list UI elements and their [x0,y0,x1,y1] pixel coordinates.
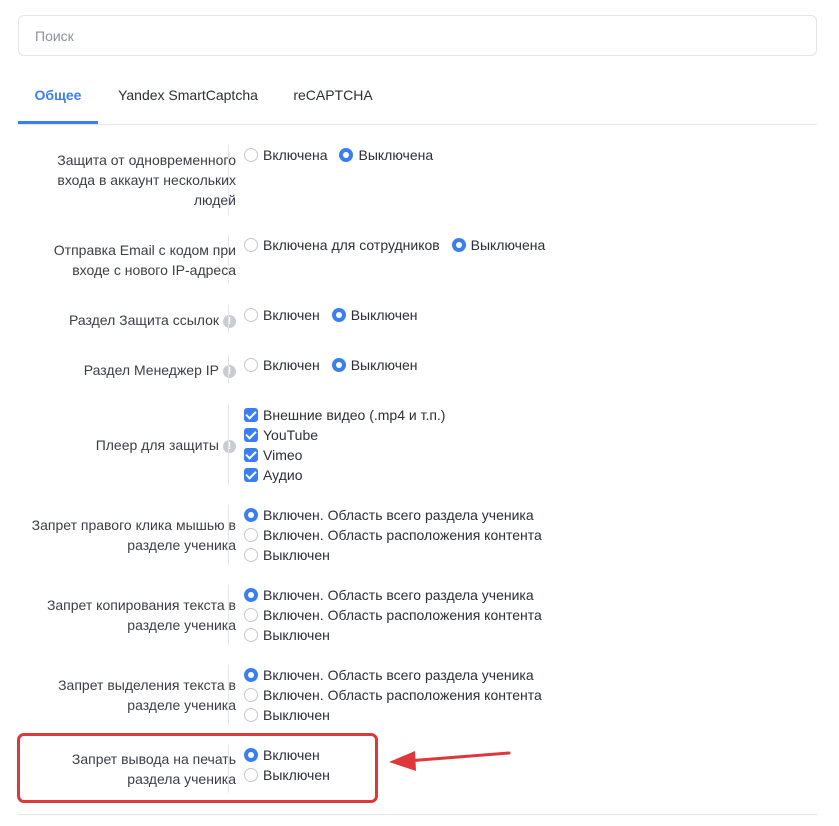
checkbox-vimeo[interactable]: Vimeo [244,445,445,465]
radio-link-protection-off[interactable]: Выключен [331,305,418,325]
radio-copy-whole[interactable]: Включен. Область всего раздела ученика [244,585,542,605]
radio-icon [244,148,258,162]
radio-selected-icon [331,358,346,372]
info-icon[interactable]: ! [223,440,236,453]
radio-email-ip-staff[interactable]: Включена для сотрудников [244,235,440,255]
search-input[interactable] [19,16,816,55]
checkbox-checked-icon [244,448,258,462]
radio-right-click-off[interactable]: Выключен [244,545,542,565]
radio-selected-icon [244,668,258,682]
divider [228,665,229,725]
tab-general[interactable]: Общее [18,74,98,124]
radio-selected-icon [331,308,346,322]
divider [228,305,229,333]
annotation-highlight-box [17,733,378,803]
setting-label: Запрет копирования текста в разделе учен… [46,597,236,633]
radio-select-whole[interactable]: Включен. Область всего раздела ученика [244,665,542,685]
checkbox-checked-icon [244,468,258,482]
info-icon[interactable]: ! [223,365,236,378]
setting-label: Раздел Защита ссылок! [26,310,236,330]
info-icon[interactable]: ! [223,315,236,328]
setting-label: Запрет правого клика мышью в разделе уче… [31,517,236,553]
tabs-bar: Общее Yandex SmartCaptcha reCAPTCHA [18,74,817,125]
divider [228,505,229,565]
radio-select-off[interactable]: Выключен [244,705,542,725]
checkbox-checked-icon [244,428,258,442]
radio-icon [244,548,258,562]
divider [228,585,229,645]
radio-copy-content[interactable]: Включен. Область расположения контента [244,605,542,625]
radio-multi-login-off[interactable]: Выключена [339,145,433,165]
radio-ip-manager-on[interactable]: Включен [244,355,320,375]
divider [228,235,229,283]
radio-selected-icon [451,238,466,252]
radio-selected-icon [244,588,258,602]
radio-icon [244,628,258,642]
divider [228,405,229,485]
radio-copy-off[interactable]: Выключен [244,625,542,645]
setting-label: Плеер для защиты! [26,435,236,455]
radio-icon [244,238,258,252]
radio-selected-icon [339,148,354,162]
setting-label: Защита от одновременного входа в аккаунт… [57,152,236,208]
radio-right-click-content[interactable]: Включен. Область расположения контента [244,525,542,545]
radio-multi-login-on[interactable]: Включена [244,145,328,165]
setting-label: Раздел Менеджер IP! [26,360,236,380]
setting-label: Запрет выделения текста в разделе ученик… [58,677,236,713]
checkbox-youtube[interactable]: YouTube [244,425,445,445]
radio-email-ip-off[interactable]: Выключена [451,235,545,255]
divider [18,814,818,815]
search-box [18,15,817,56]
divider [228,145,229,215]
checkbox-checked-icon [244,408,258,422]
setting-label: Отправка Email с кодом при входе с новог… [53,242,236,278]
checkbox-external-video[interactable]: Внешние видео (.mp4 и т.п.) [244,405,445,425]
checkbox-audio[interactable]: Аудио [244,465,445,485]
radio-ip-manager-off[interactable]: Выключен [331,355,418,375]
radio-link-protection-on[interactable]: Включен [244,305,320,325]
tab-recaptcha[interactable]: reCAPTCHA [293,74,373,124]
radio-icon [244,308,258,322]
arrow-left-icon [389,751,511,771]
radio-icon [244,688,258,702]
radio-icon [244,528,258,542]
divider [228,355,229,383]
radio-right-click-whole[interactable]: Включен. Область всего раздела ученика [244,505,542,525]
tab-yandex-smartcaptcha[interactable]: Yandex SmartCaptcha [114,74,262,124]
radio-select-content[interactable]: Включен. Область расположения контента [244,685,542,705]
radio-icon [244,608,258,622]
radio-selected-icon [244,508,258,522]
radio-icon [244,708,258,722]
radio-icon [244,358,258,372]
